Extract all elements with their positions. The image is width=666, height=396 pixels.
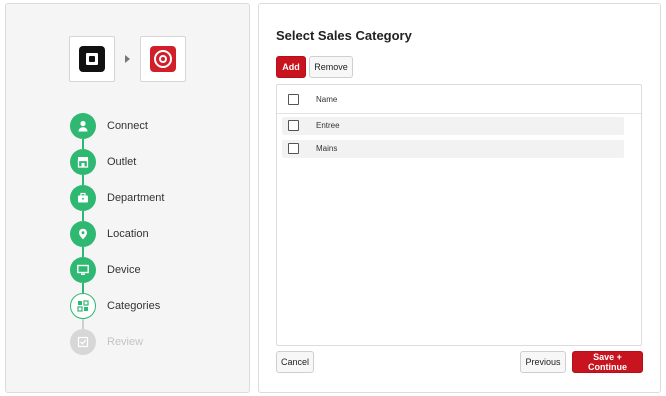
step-categories[interactable]: Categories: [70, 293, 240, 319]
row-name: Entree: [316, 121, 340, 130]
previous-button[interactable]: Previous: [520, 351, 566, 373]
target-logo: [140, 36, 186, 82]
step-label: Location: [107, 228, 149, 240]
step-label: Department: [107, 192, 165, 204]
save-continue-button[interactable]: Save + Continue: [572, 351, 643, 373]
cancel-button[interactable]: Cancel: [276, 351, 314, 373]
step-label: Connect: [107, 120, 148, 132]
grid-icon: [70, 293, 96, 319]
step-label: Device: [107, 264, 141, 276]
step-outlet[interactable]: Outlet: [70, 149, 240, 175]
remove-button[interactable]: Remove: [309, 56, 353, 78]
square-logo-icon: [79, 46, 105, 72]
step-device[interactable]: Device: [70, 257, 240, 283]
step-review: Review: [70, 329, 240, 355]
briefcase-icon: [70, 185, 96, 211]
select-all-checkbox[interactable]: [288, 94, 299, 105]
step-department[interactable]: Department: [70, 185, 240, 211]
step-connect[interactable]: Connect: [70, 113, 240, 139]
arrow-right-icon: [125, 55, 130, 63]
source-logo: [69, 36, 115, 82]
page-title: Select Sales Category: [276, 28, 412, 43]
table-row[interactable]: Mains: [282, 140, 624, 158]
step-label: Categories: [107, 300, 161, 312]
add-button[interactable]: Add: [276, 56, 306, 78]
step-location[interactable]: Location: [70, 221, 240, 247]
table-row[interactable]: Entree: [282, 117, 624, 135]
main-panel: Select Sales Category Add Remove Name En…: [258, 3, 661, 393]
category-table: Name Entree Mains: [276, 84, 642, 346]
map-pin-icon: [70, 221, 96, 247]
target-logo-icon: [150, 46, 176, 72]
row-checkbox[interactable]: [288, 120, 299, 131]
table-header: Name: [277, 85, 641, 114]
row-name: Mains: [316, 144, 338, 153]
row-checkbox[interactable]: [288, 143, 299, 154]
column-header-name: Name: [316, 95, 338, 104]
check-square-icon: [70, 329, 96, 355]
step-label: Outlet: [107, 156, 137, 168]
user-icon: [70, 113, 96, 139]
step-label: Review: [107, 336, 144, 348]
store-icon: [70, 149, 96, 175]
monitor-icon: [70, 257, 96, 283]
wizard-sidebar: Connect Outlet Department Location Devic: [5, 3, 250, 393]
